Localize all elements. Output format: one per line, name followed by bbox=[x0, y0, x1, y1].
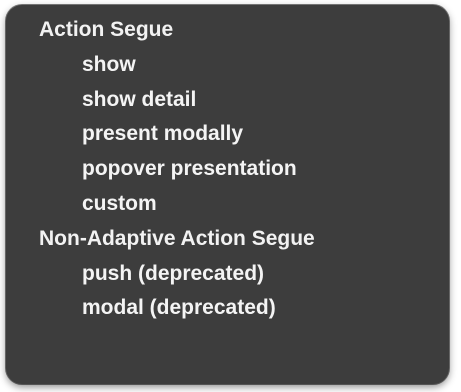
menu-item-popover-presentation[interactable]: popover presentation bbox=[6, 152, 449, 187]
menu-item-custom[interactable]: custom bbox=[6, 187, 449, 222]
segue-type-popup-menu: Action Segue show show detail present mo… bbox=[6, 5, 449, 384]
menu-item-present-modally[interactable]: present modally bbox=[6, 117, 449, 152]
menu-item-push-deprecated[interactable]: push (deprecated) bbox=[6, 257, 449, 292]
menu-item-show[interactable]: show bbox=[6, 48, 449, 83]
menu-item-modal-deprecated[interactable]: modal (deprecated) bbox=[6, 291, 449, 326]
menu-item-show-detail[interactable]: show detail bbox=[6, 83, 449, 118]
section-header-action-segue: Action Segue bbox=[39, 18, 174, 41]
section-header-non-adaptive-action-segue: Non-Adaptive Action Segue bbox=[39, 226, 315, 250]
